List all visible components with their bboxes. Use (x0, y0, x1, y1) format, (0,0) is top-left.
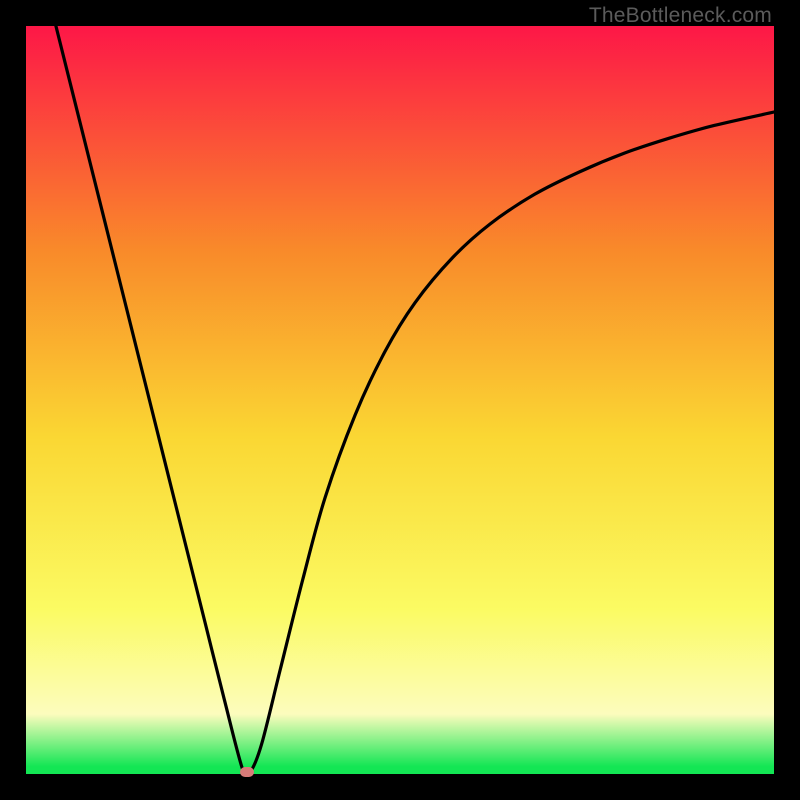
chart-frame (26, 26, 774, 774)
chart-svg (26, 26, 774, 774)
optimum-marker (240, 767, 254, 777)
gradient-background (26, 26, 774, 774)
watermark-text: TheBottleneck.com (589, 4, 772, 28)
